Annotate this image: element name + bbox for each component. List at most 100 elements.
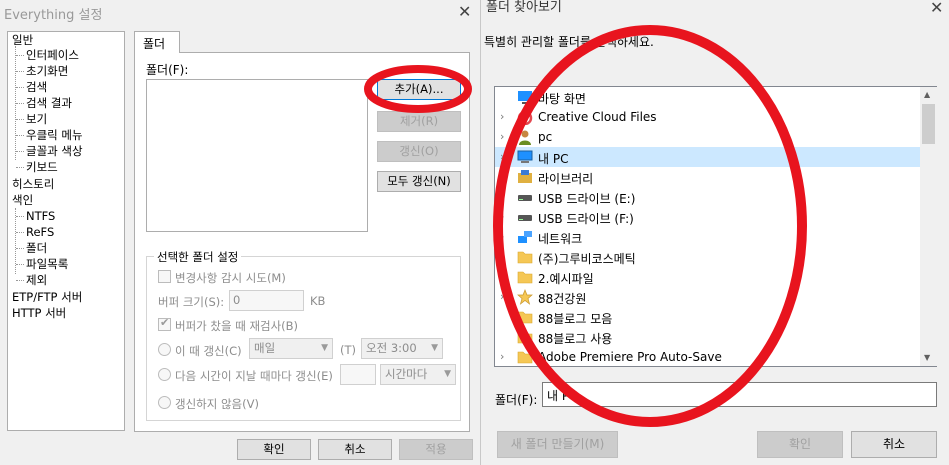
tree-item-fonts-colors[interactable]: 글꼴과 색상	[26, 144, 83, 158]
folder-field-input[interactable]: 내 PC	[542, 382, 937, 407]
new-folder-button[interactable]: 새 폴더 만들기(M)	[497, 431, 618, 458]
chevron-right-icon[interactable]: ›	[500, 230, 504, 243]
folder-tree-row[interactable]: 바탕 화면	[495, 87, 920, 107]
tree-item-context-menu[interactable]: 우클릭 메뉴	[26, 128, 83, 142]
update-button[interactable]: 갱신(O)	[377, 141, 461, 162]
monitor-changes-checkbox[interactable]	[158, 270, 171, 283]
tree-item-search[interactable]: 검색	[26, 80, 47, 94]
update-every-radio[interactable]	[158, 368, 171, 381]
folder-tree-label: 라이브러리	[538, 172, 594, 186]
folder-list-label: 폴더(F):	[146, 63, 189, 77]
folder-tree-label: USB 드라이브 (F:)	[538, 212, 634, 226]
folder-icon	[517, 349, 533, 365]
cancel-button[interactable]: 취소	[318, 439, 392, 460]
folder-tree: 바탕 화면 › Creative Cloud Files › pc › 내 PC › 라이브러리…	[494, 86, 937, 367]
remove-button[interactable]: 제거(R)	[377, 111, 461, 132]
update-every-label: 다음 시간이 지날 때마다 갱신(E)	[175, 369, 333, 383]
tree-item-view[interactable]: 보기	[26, 112, 47, 126]
tree-item-general[interactable]: 일반	[12, 33, 33, 47]
tree-item-file-lists[interactable]: 파일목록	[26, 257, 68, 271]
scroll-up-icon[interactable]: ▲	[924, 90, 930, 99]
scroll-down-icon[interactable]: ▼	[924, 353, 930, 362]
usb-drive-icon	[517, 189, 533, 205]
dont-update-radio[interactable]	[158, 396, 171, 409]
tab-folders[interactable]: 폴더	[134, 31, 180, 53]
tree-item-exclude[interactable]: 제외	[26, 273, 47, 287]
folder-tree-row[interactable]: › USB 드라이브 (E:)	[495, 187, 920, 207]
folder-tree-row[interactable]: › pc	[495, 127, 920, 147]
update-every-unit-dropdown[interactable]: 시간마다 ▼	[380, 364, 456, 385]
ok-button[interactable]: 확인	[237, 439, 311, 460]
update-frequency-dropdown[interactable]: 매일 ▼	[249, 338, 333, 359]
update-at-label: 이 때 갱신(C)	[175, 344, 242, 358]
folder-tree-label: Creative Cloud Files	[538, 110, 657, 124]
tree-item-refs[interactable]: ReFS	[26, 225, 54, 239]
buffer-unit: KB	[310, 294, 326, 308]
dialog-cancel-button[interactable]: 취소	[851, 431, 937, 458]
folder-tree-row[interactable]: › 네트워크	[495, 227, 920, 247]
chevron-right-icon[interactable]: ›	[500, 130, 504, 143]
folder-tree-row[interactable]: › Creative Cloud Files	[495, 107, 920, 127]
settings-tree: 일반 인터페이스 초기화면 검색 검색 결과 보기 우클릭 메뉴 글꼴과 색상 …	[7, 31, 125, 431]
chevron-down-icon: ▼	[431, 343, 438, 353]
usb-drive-icon	[517, 209, 533, 225]
scrollbar-thumb[interactable]	[922, 104, 935, 144]
tree-item-ntfs[interactable]: NTFS	[26, 209, 55, 223]
tree-item-startup[interactable]: 초기화면	[26, 64, 68, 78]
update-frequency-value: 매일	[254, 341, 276, 355]
dialog-ok-button[interactable]: 확인	[757, 431, 843, 458]
tree-item-keyboard[interactable]: 키보드	[26, 160, 58, 174]
folder-tree-row[interactable]: 88블로그 사용	[495, 327, 920, 347]
update-all-button[interactable]: 모두 갱신(N)	[377, 171, 461, 192]
close-icon[interactable]: ✕	[930, 0, 943, 17]
update-at-radio[interactable]	[158, 343, 171, 356]
chevron-right-icon[interactable]: ›	[500, 290, 504, 303]
folder-tree-label: pc	[538, 130, 553, 144]
update-every-input[interactable]	[340, 364, 376, 385]
folder-tree-row[interactable]: › Adobe Premiere Pro Auto-Save	[495, 347, 920, 366]
group-title: 선택한 폴더 설정	[154, 249, 242, 265]
folder-tree-label: 88블로그 모음	[538, 312, 613, 326]
folder-tree-row[interactable]: › 내 PC	[495, 147, 920, 167]
chevron-right-icon[interactable]: ›	[500, 350, 504, 363]
rescan-full-checkbox[interactable]: ✔	[158, 316, 171, 331]
close-icon[interactable]: ✕	[458, 2, 471, 21]
tree-item-results[interactable]: 검색 결과	[26, 96, 72, 110]
folder-tree-label: 88건강원	[538, 292, 587, 306]
tree-item-etp-server[interactable]: ETP/FTP 서버	[12, 290, 82, 304]
folder-tree-label: 네트워크	[538, 232, 583, 246]
chevron-right-icon[interactable]: ›	[500, 170, 504, 183]
desktop-icon	[517, 89, 533, 105]
buffer-size-label: 버퍼 크기(S):	[158, 295, 225, 309]
folder-tree-row[interactable]: › USB 드라이브 (F:)	[495, 207, 920, 227]
tree-item-folders[interactable]: 폴더	[26, 241, 47, 255]
chevron-down-icon: ▼	[444, 369, 451, 379]
update-time-dropdown[interactable]: 오전 3:00 ▼	[361, 338, 443, 359]
chevron-right-icon[interactable]: ›	[500, 210, 504, 223]
time-label: (T)	[340, 343, 356, 357]
tree-item-interface[interactable]: 인터페이스	[26, 48, 79, 62]
chevron-down-icon: ▼	[321, 343, 328, 353]
folder-list[interactable]	[146, 79, 368, 232]
chevron-right-icon[interactable]: ›	[500, 110, 504, 123]
chevron-right-icon[interactable]: ›	[500, 190, 504, 203]
folder-tree-label: (주)그루비코스메틱	[538, 252, 636, 266]
folder-tree-row[interactable]: › 라이브러리	[495, 167, 920, 187]
folder-tree-label: 내 PC	[538, 152, 569, 166]
folder-tree-row[interactable]: (주)그루비코스메틱	[495, 247, 920, 267]
network-icon	[517, 229, 533, 245]
tree-item-http-server[interactable]: HTTP 서버	[12, 306, 66, 320]
folder-tree-label: Adobe Premiere Pro Auto-Save	[538, 350, 722, 364]
apply-button[interactable]: 적용	[399, 439, 473, 460]
folder-field-label: 폴더(F):	[495, 393, 538, 407]
update-time-value: 오전 3:00	[366, 341, 417, 355]
folder-tree-row[interactable]: › 88건강원	[495, 287, 920, 307]
chevron-right-icon[interactable]: ›	[500, 150, 504, 163]
buffer-size-input[interactable]: 0	[229, 290, 304, 311]
folder-icon	[517, 269, 533, 285]
folder-tree-row[interactable]: 2.예시파일	[495, 267, 920, 287]
add-button[interactable]: 추가(A)...	[377, 79, 461, 100]
tree-item-history[interactable]: 히스토리	[12, 177, 54, 191]
folder-tree-row[interactable]: 88블로그 모음	[495, 307, 920, 327]
tree-item-index[interactable]: 색인	[12, 193, 33, 207]
